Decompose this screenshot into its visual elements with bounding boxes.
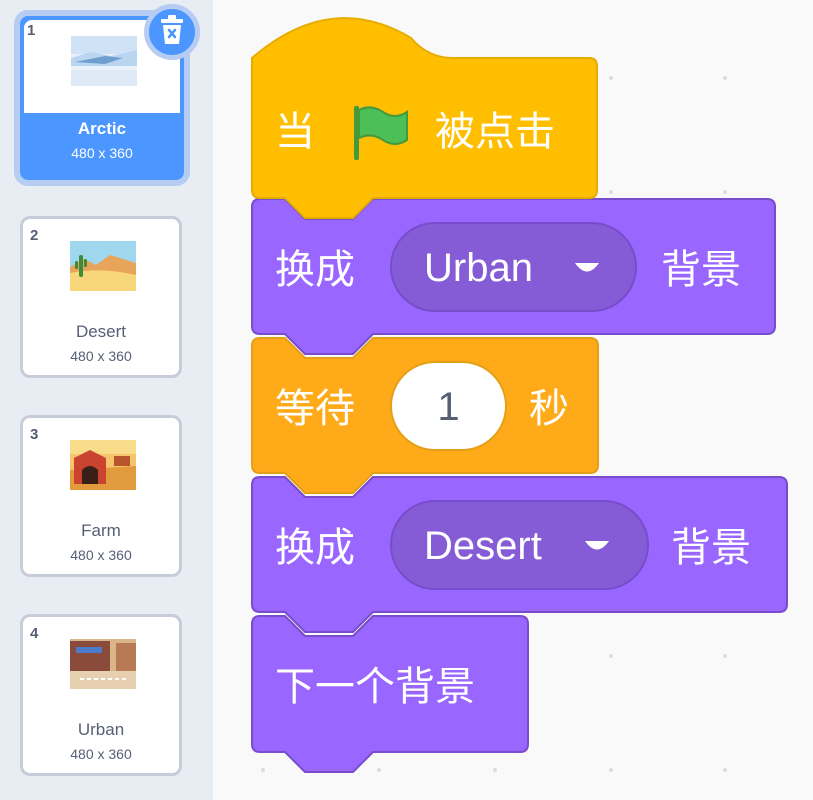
backdrop-size: 480 x 360 <box>71 145 133 161</box>
backdrop-thumbnail-urban <box>70 639 136 689</box>
code-workspace[interactable]: 当 被点击 换成 Urban 背景 等待 1 秒 换成 Desert 背景 下一… <box>213 0 813 800</box>
next-backdrop-label: 下一个背景 <box>275 664 475 710</box>
trash-icon <box>159 14 185 50</box>
backdrop-list: 1 Arctic 480 x 360 2 Desert 480 x 360 3 … <box>0 0 213 800</box>
backdrop-size: 480 x 360 <box>70 746 132 762</box>
backdrop-number: 4 <box>30 625 39 642</box>
switch-label: 换成 <box>275 525 355 571</box>
backdrop-number: 2 <box>30 227 39 244</box>
backdrop-suffix-label: 背景 <box>671 525 751 571</box>
dropdown-value: Desert <box>424 524 542 568</box>
hat-prefix-label: 当 <box>275 109 315 155</box>
backdrop-suffix-label: 背景 <box>661 247 741 293</box>
backdrop-name: Urban <box>77 720 125 739</box>
caret-down-icon <box>582 538 612 561</box>
backdrop-thumbnail-farm <box>70 440 136 490</box>
green-flag-icon <box>351 104 409 167</box>
backdrop-name: Arctic <box>77 119 127 138</box>
switch-label: 换成 <box>275 247 355 293</box>
backdrop-dropdown-desert[interactable]: Desert <box>390 500 649 590</box>
seconds-label: 秒 <box>529 386 569 432</box>
backdrop-thumbnail-arctic <box>71 36 137 86</box>
hat-suffix-label: 被点击 <box>435 109 555 155</box>
backdrop-item-farm[interactable]: 3 Farm 480 x 360 <box>20 415 182 577</box>
dropdown-value: Urban <box>424 246 533 290</box>
backdrop-name: Farm <box>81 521 121 540</box>
backdrop-number: 1 <box>27 22 36 39</box>
delete-backdrop-button[interactable] <box>144 4 200 60</box>
backdrop-thumbnail-desert <box>70 241 136 291</box>
backdrop-item-urban[interactable]: 4 Urban 480 x 360 <box>20 614 182 776</box>
backdrop-name: Desert <box>75 322 127 341</box>
backdrop-size: 480 x 360 <box>70 547 132 563</box>
backdrop-number: 3 <box>30 426 39 443</box>
wait-seconds-value: 1 <box>437 385 460 429</box>
wait-seconds-input[interactable]: 1 <box>390 361 507 451</box>
backdrop-item-desert[interactable]: 2 Desert 480 x 360 <box>20 216 182 378</box>
caret-down-icon <box>572 260 602 283</box>
wait-label: 等待 <box>275 386 355 432</box>
backdrop-size: 480 x 360 <box>70 348 132 364</box>
backdrop-dropdown-urban[interactable]: Urban <box>390 222 637 312</box>
